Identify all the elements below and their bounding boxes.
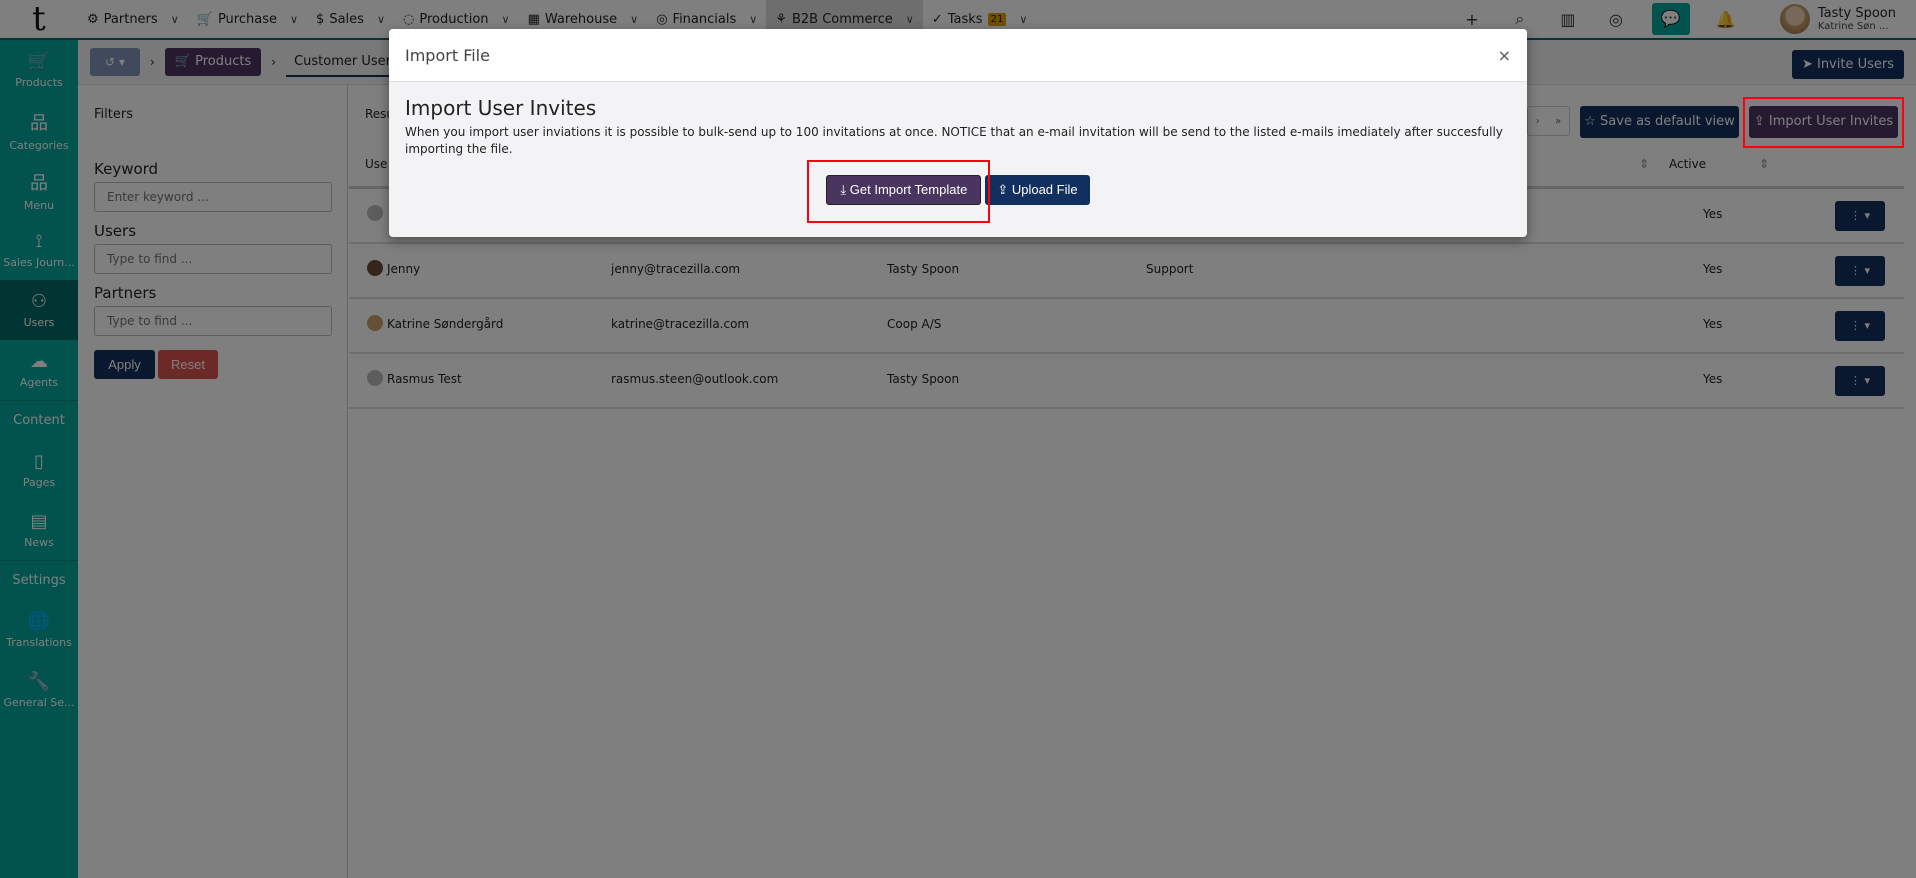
modal-title: Import File [405,45,490,65]
highlight-get-template [807,160,990,223]
button-label: Upload File [1011,182,1078,197]
modal-text: When you import user inviations it is po… [405,125,1503,156]
close-icon[interactable]: × [1498,46,1511,65]
upload-icon: ⇪ [997,182,1012,197]
upload-file-button[interactable]: ⇪ Upload File [985,175,1090,205]
modal-header: Import File × [389,29,1527,82]
modal-heading: Import User Invites [405,96,597,120]
highlight-import-invites [1743,97,1904,148]
